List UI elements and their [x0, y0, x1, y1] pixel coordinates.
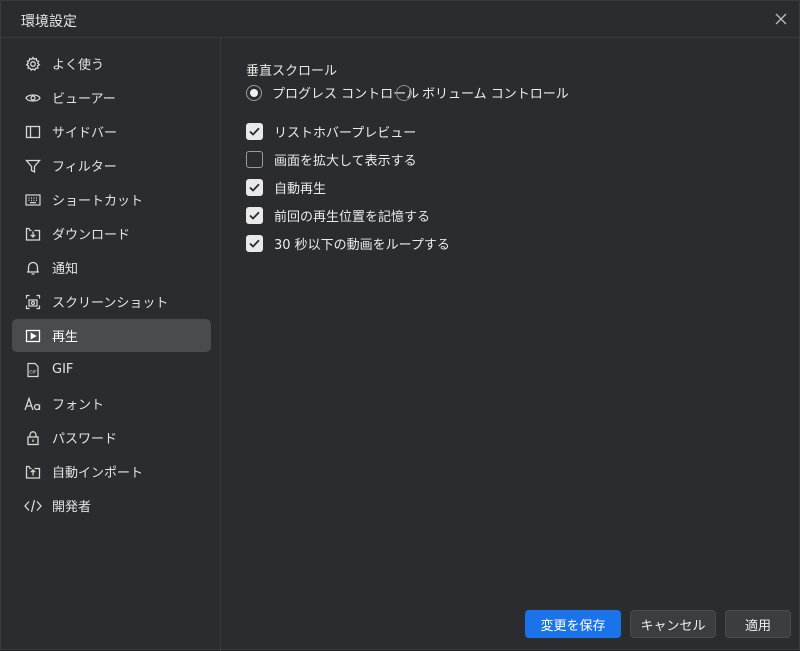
- checkbox-label: 前回の再生位置を記憶する: [274, 210, 431, 225]
- sidebar-item-label: 再生: [52, 330, 79, 345]
- eye-icon: [24, 89, 42, 107]
- gif-file-icon: GIF: [24, 361, 42, 379]
- gear-icon: [24, 55, 42, 73]
- sidebar-item-viewer[interactable]: ビューアー: [12, 81, 211, 114]
- lock-icon: [24, 429, 42, 447]
- sidebar-item-fonts[interactable]: フォント: [12, 387, 211, 420]
- radio-label: ボリューム コントロール: [422, 87, 569, 102]
- checkmark-icon: [249, 127, 260, 136]
- sidebar-item-password[interactable]: パスワード: [12, 421, 211, 454]
- settings-panel: 垂直スクロール プログレス コントロール ボリューム コントロール リストホバー…: [222, 38, 800, 598]
- sidebar: よく使う ビューアー サイドバー フィルター ショートカット ダウンロード 通知…: [1, 38, 221, 651]
- checkmark-icon: [249, 211, 260, 220]
- radio-button[interactable]: [246, 84, 262, 101]
- close-icon: [775, 13, 787, 25]
- checkbox-autoplay[interactable]: 自動再生: [246, 178, 326, 197]
- sidebar-item-auto-import[interactable]: 自動インポート: [12, 455, 211, 488]
- sidebar-item-download[interactable]: ダウンロード: [12, 217, 211, 250]
- svg-text:GIF: GIF: [29, 369, 37, 375]
- sidebar-item-label: ダウンロード: [52, 228, 131, 243]
- sidebar-item-label: 開発者: [52, 500, 92, 515]
- radio-progress-control[interactable]: プログレス コントロール: [246, 83, 419, 102]
- download-icon: [24, 225, 42, 243]
- sidebar-item-developer[interactable]: 開発者: [12, 489, 211, 522]
- sidebar-item-favorites[interactable]: よく使う: [12, 47, 211, 80]
- checkbox-loop-short-videos[interactable]: 30 秒以下の動画をループする: [246, 234, 450, 253]
- bell-icon: [24, 259, 42, 277]
- sidebar-item-filter[interactable]: フィルター: [12, 149, 211, 182]
- cancel-button[interactable]: キャンセル: [630, 610, 716, 638]
- preferences-dialog: 環境設定 よく使う ビューアー サイドバー フィルター ショートカット ダウンロ…: [0, 0, 800, 651]
- sidebar-item-label: サイドバー: [52, 126, 118, 141]
- code-icon: [24, 497, 42, 515]
- keyboard-icon: [24, 191, 42, 209]
- sidebar-item-label: ビューアー: [52, 92, 116, 107]
- dialog-title: 環境設定: [21, 14, 77, 30]
- checkbox[interactable]: [246, 123, 263, 140]
- checkmark-icon: [249, 183, 260, 192]
- checkbox-remember-position[interactable]: 前回の再生位置を記憶する: [246, 206, 430, 225]
- radio-button[interactable]: [396, 84, 412, 101]
- play-icon: [24, 327, 42, 345]
- sidebar-item-label: よく使う: [52, 58, 105, 73]
- checkbox-label: 自動再生: [274, 182, 327, 197]
- sidebar-item-screenshot[interactable]: スクリーンショット: [12, 285, 211, 318]
- checkbox-label: 画面を拡大して表示する: [274, 154, 417, 169]
- screenshot-icon: [24, 293, 42, 311]
- close-button[interactable]: [771, 9, 791, 29]
- save-changes-button[interactable]: 変更を保存: [525, 610, 621, 638]
- font-icon: [24, 395, 42, 413]
- radio-volume-control[interactable]: ボリューム コントロール: [396, 83, 569, 102]
- sidebar-item-label: パスワード: [52, 432, 118, 447]
- sidebar-item-label: スクリーンショット: [52, 296, 169, 311]
- checkbox[interactable]: [246, 207, 263, 224]
- checkbox-list-hover-preview[interactable]: リストホバープレビュー: [246, 122, 416, 141]
- sidebar-item-label: 自動インポート: [52, 466, 144, 481]
- sidebar-item-label: ショートカット: [52, 194, 144, 209]
- apply-button[interactable]: 適用: [725, 610, 791, 638]
- checkbox[interactable]: [246, 151, 263, 168]
- sidebar-item-label: フィルター: [52, 160, 117, 175]
- sidebar-item-sidebar[interactable]: サイドバー: [12, 115, 211, 148]
- import-icon: [24, 463, 42, 481]
- sidebar-item-label: 通知: [52, 262, 79, 277]
- checkbox-label: リストホバープレビュー: [274, 126, 417, 141]
- checkbox[interactable]: [246, 235, 263, 252]
- checkbox-label: 30 秒以下の動画をループする: [274, 238, 450, 253]
- sidebar-item-label: GIF: [52, 362, 74, 377]
- section-title: 垂直スクロール: [246, 64, 338, 79]
- sidebar-item-shortcuts[interactable]: ショートカット: [12, 183, 211, 216]
- filter-icon: [24, 157, 42, 175]
- sidebar-item-label: フォント: [52, 398, 105, 413]
- sidebar-icon: [24, 123, 42, 141]
- sidebar-item-playback[interactable]: 再生: [12, 319, 211, 352]
- checkbox[interactable]: [246, 179, 263, 196]
- sidebar-item-notifications[interactable]: 通知: [12, 251, 211, 284]
- sidebar-item-gif[interactable]: GIF GIF: [12, 353, 211, 386]
- checkbox-enlarge-display[interactable]: 画面を拡大して表示する: [246, 150, 417, 169]
- checkmark-icon: [249, 239, 260, 248]
- title-bar: 環境設定: [1, 1, 800, 38]
